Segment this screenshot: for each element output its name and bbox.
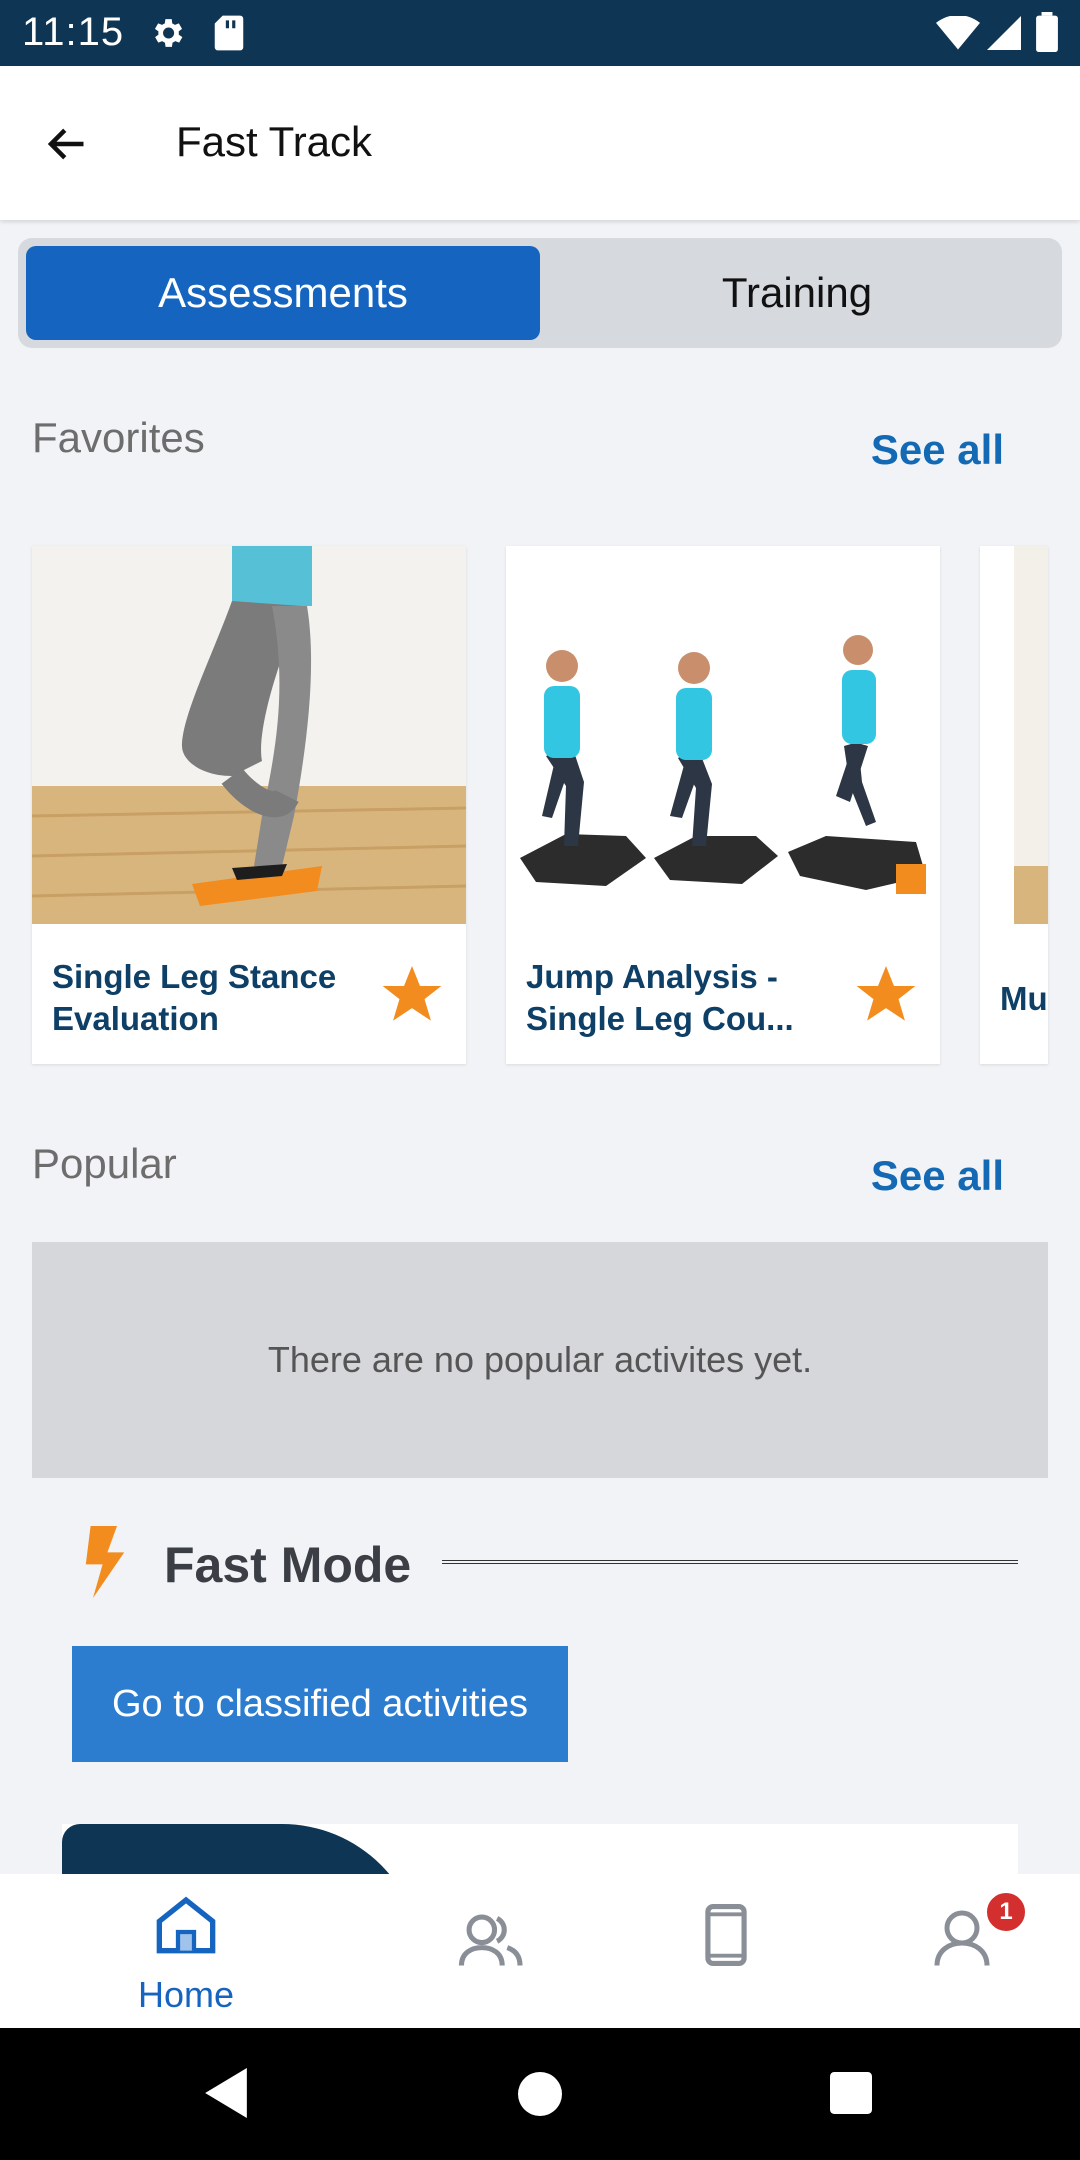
notification-badge: 1: [984, 1890, 1028, 1934]
home-circle-icon[interactable]: [518, 2072, 562, 2121]
arrow-left-icon: [47, 128, 84, 160]
popular-see-all-link[interactable]: See all: [871, 1152, 1004, 1200]
favorite-card-jump-analysis[interactable]: Jump Analysis - Single Leg Cou...: [506, 546, 940, 1064]
lightning-icon: [80, 1526, 130, 1603]
classified-activities-button[interactable]: Go to classified activities: [72, 1646, 568, 1762]
card-image: [506, 546, 940, 924]
nav-home-label: Home: [137, 1974, 235, 2015]
back-button[interactable]: [36, 114, 96, 174]
app-bar: Fast Track: [0, 66, 1080, 220]
card-image: [32, 546, 466, 924]
nav-device[interactable]: [626, 1890, 826, 2020]
popular-title: Popular: [32, 1140, 177, 1187]
card-image: [980, 546, 1048, 924]
page-title: Fast Track: [176, 118, 373, 165]
recents-square-icon[interactable]: [830, 2072, 872, 2119]
cell-signal-icon: [986, 16, 1022, 55]
users-icon: [458, 1912, 526, 1973]
favorites-see-all-link[interactable]: See all: [871, 426, 1004, 474]
status-time: 11:15: [22, 10, 125, 54]
fast-mode-title: Fast Mode: [164, 1537, 412, 1593]
favorite-star-icon[interactable]: [380, 962, 444, 1026]
card-title: Single Leg Stance Evaluation: [52, 958, 337, 1037]
card-title: Jump Analysis - Single Leg Cou...: [526, 958, 794, 1037]
favorite-card-partial[interactable]: Mu: [980, 546, 1048, 1064]
divider: [442, 1560, 1018, 1564]
user-icon: [932, 1908, 992, 1973]
favorite-star-icon[interactable]: [854, 962, 918, 1026]
sd-card-icon: [212, 14, 246, 57]
wifi-icon: [936, 15, 980, 55]
home-icon: [154, 1894, 218, 1959]
settings-icon: [148, 14, 186, 57]
back-triangle-icon[interactable]: [204, 2068, 248, 2123]
card-title: Mu: [1000, 980, 1048, 1017]
system-nav-bar: [0, 2028, 1080, 2160]
favorites-title: Favorites: [32, 414, 205, 461]
segment-control: Assessments Training: [18, 238, 1062, 348]
fast-mode-header: Fast Mode: [80, 1526, 1020, 1598]
status-bar: 11:15: [0, 0, 1080, 66]
popular-empty-state: There are no popular activites yet.: [32, 1242, 1048, 1478]
tab-assessments[interactable]: Assessments: [26, 246, 540, 340]
favorite-card-single-leg-stance[interactable]: Single Leg Stance Evaluation: [32, 546, 466, 1064]
bottom-nav: Home 1: [0, 1874, 1080, 2028]
tablet-icon: [702, 1904, 750, 1971]
battery-icon: [1036, 12, 1058, 57]
nav-profile[interactable]: 1: [864, 1890, 1064, 2020]
nav-users[interactable]: [390, 1890, 590, 2020]
nav-home[interactable]: Home: [86, 1890, 286, 2020]
empty-message: There are no popular activites yet.: [267, 1339, 813, 1380]
tab-training[interactable]: Training: [540, 246, 1054, 340]
